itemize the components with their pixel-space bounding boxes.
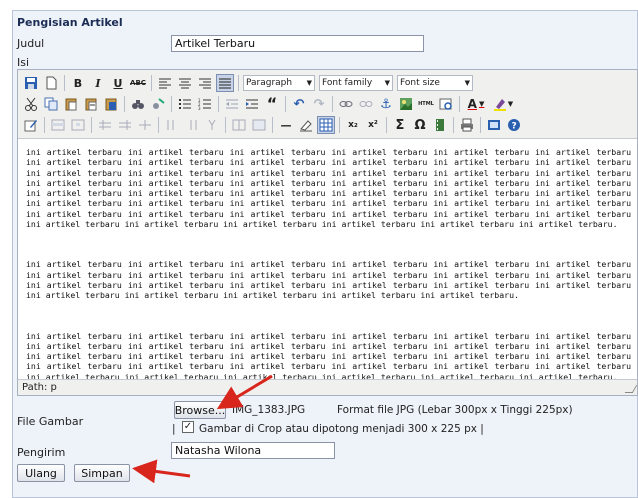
align-left-icon[interactable] — [156, 74, 174, 92]
rich-text-editor: B I U ABC Paragraph ▼ Font family ▼ Font s… — [17, 69, 638, 396]
fullscreen-icon[interactable] — [485, 116, 503, 134]
special-char-sigma-icon[interactable]: Σ — [391, 116, 409, 134]
underline-icon[interactable]: U — [109, 74, 127, 92]
background-color-icon[interactable]: ▼ — [490, 95, 516, 113]
link-icon[interactable] — [337, 95, 355, 113]
find-icon[interactable] — [129, 95, 147, 113]
italic-icon[interactable]: I — [89, 74, 107, 92]
font-family-value: Font family — [322, 78, 373, 88]
content-paragraph: ini artikel terbaru ini artikel terbaru … — [26, 147, 631, 230]
new-document-icon[interactable] — [42, 74, 60, 92]
unlink-icon[interactable] — [357, 95, 375, 113]
align-justify-icon[interactable] — [216, 74, 234, 92]
toolbar-row-2: 123 “ ↶ ↷ ⚓ HTML A ▼ ▼ — [22, 94, 518, 114]
split-cells-icon[interactable] — [230, 116, 248, 134]
chevron-down-icon: ▼ — [306, 79, 312, 87]
outdent-icon[interactable] — [223, 95, 241, 113]
svg-text:?: ? — [512, 122, 517, 132]
align-center-icon[interactable] — [176, 74, 194, 92]
file-format-hint: Format file JPG (Lebar 300px x Tinggi 22… — [337, 404, 573, 416]
html-source-icon[interactable]: HTML — [417, 95, 435, 113]
crop-label: Gambar di Crop atau dipotong menjadi 300… — [199, 423, 484, 435]
content-paragraph: ini artikel terbaru ini artikel terbaru … — [26, 259, 631, 301]
paste-text-icon[interactable] — [82, 95, 100, 113]
insert-col-after-icon[interactable] — [183, 116, 201, 134]
table-cell-props-icon[interactable] — [69, 116, 87, 134]
image-icon[interactable] — [397, 95, 415, 113]
font-family-select[interactable]: Font family ▼ — [319, 75, 393, 91]
help-icon[interactable]: ? — [505, 116, 523, 134]
editor-path: Path: p — [22, 382, 57, 393]
file-name: IMG_1383.JPG — [232, 404, 306, 416]
horizontal-rule-icon[interactable]: — — [277, 116, 295, 134]
media-icon[interactable] — [431, 116, 449, 134]
svg-text:3: 3 — [198, 106, 201, 110]
crop-checkbox[interactable]: ✓ — [182, 421, 194, 433]
crop-prefix: | — [172, 423, 176, 435]
chevron-down-icon: ▼ — [464, 79, 470, 87]
isi-label: Isi — [17, 56, 30, 69]
chevron-down-icon: ▼ — [384, 79, 390, 87]
bold-icon[interactable]: B — [69, 74, 87, 92]
insert-col-before-icon[interactable] — [163, 116, 181, 134]
format-select[interactable]: Paragraph ▼ — [243, 75, 315, 91]
delete-col-icon[interactable] — [203, 116, 221, 134]
pengirim-input[interactable]: Natasha Wilona — [171, 442, 335, 459]
merge-cells-icon[interactable] — [250, 116, 268, 134]
pengirim-label: Pengirim — [17, 446, 66, 459]
strikethrough-icon[interactable]: ABC — [129, 74, 147, 92]
font-size-value: Font size — [400, 78, 440, 88]
toolbar-row-1: B I U ABC Paragraph ▼ Font family ▼ Font s… — [22, 73, 477, 93]
browse-button[interactable]: Browse... — [174, 401, 226, 419]
superscript-icon[interactable]: x² — [364, 116, 382, 134]
format-select-value: Paragraph — [246, 78, 293, 88]
table-row-props-icon[interactable] — [49, 116, 67, 134]
special-char-omega-icon[interactable]: Ω — [411, 116, 429, 134]
table-icon[interactable] — [317, 116, 335, 134]
insert-row-after-icon[interactable] — [116, 116, 134, 134]
resize-handle-icon[interactable] — [624, 385, 638, 393]
editor-content[interactable]: ini artikel terbaru ini artikel terbaru … — [18, 138, 637, 380]
subscript-icon[interactable]: x₂ — [344, 116, 362, 134]
content-paragraph: ini artikel terbaru ini artikel terbaru … — [26, 330, 631, 380]
insert-row-before-icon[interactable] — [96, 116, 114, 134]
file-gambar-label: File Gambar — [17, 415, 84, 428]
replace-icon[interactable] — [149, 95, 167, 113]
print-icon[interactable] — [458, 116, 476, 134]
blockquote-icon[interactable]: “ — [263, 95, 281, 113]
separator — [64, 75, 65, 91]
remove-format-icon[interactable] — [297, 116, 315, 134]
judul-input[interactable]: Artikel Terbaru — [171, 35, 424, 52]
preview-icon[interactable] — [437, 95, 455, 113]
form-title: Pengisian Artikel — [17, 16, 123, 29]
copy-icon[interactable] — [42, 95, 60, 113]
redo-icon[interactable]: ↷ — [310, 95, 328, 113]
judul-label: Judul — [17, 37, 45, 50]
undo-icon[interactable]: ↶ — [290, 95, 308, 113]
align-right-icon[interactable] — [196, 74, 214, 92]
bullet-list-icon[interactable] — [176, 95, 194, 113]
submit-button[interactable]: Simpan — [74, 464, 130, 482]
delete-row-icon[interactable] — [136, 116, 154, 134]
text-color-icon[interactable]: A ▼ — [464, 95, 488, 113]
anchor-icon[interactable]: ⚓ — [377, 95, 395, 113]
reset-button[interactable]: Ulang — [17, 464, 65, 482]
cut-icon[interactable] — [22, 95, 40, 113]
indent-icon[interactable] — [243, 95, 261, 113]
edit-css-icon[interactable] — [22, 116, 40, 134]
paste-word-icon[interactable] — [102, 95, 120, 113]
font-size-select[interactable]: Font size ▼ — [397, 75, 473, 91]
save-icon[interactable] — [22, 74, 40, 92]
paste-icon[interactable] — [62, 95, 80, 113]
numbered-list-icon[interactable]: 123 — [196, 95, 214, 113]
toolbar-row-3: — x₂ x² Σ Ω ? — [22, 115, 525, 135]
